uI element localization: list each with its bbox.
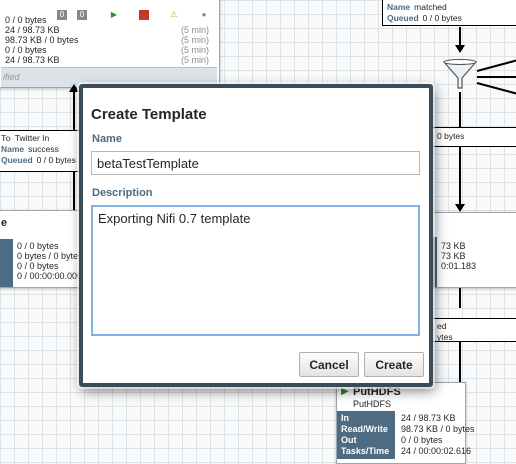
connection-line (459, 92, 461, 127)
stat-labels: In Read/Write Out Tasks/Time (337, 411, 395, 459)
stat-time: (5 min) (180, 25, 209, 35)
to-label: To (1, 133, 11, 143)
label-out: Out (341, 435, 357, 445)
to-value: Twitter In (14, 133, 50, 143)
processor-title: e (1, 217, 8, 229)
stat-value: 98.73 KB / 0 bytes (401, 424, 475, 434)
queued-value: 0 / 0 bytes (36, 155, 76, 165)
processor-top-left[interactable]: 0 0 ▶ ⚠ ● 0 / 0 bytes 24 / 98.73 KB (5 mi… (0, 0, 220, 88)
processor-name: PutHDFS (353, 386, 401, 398)
template-description-textarea[interactable]: Exporting Nifi 0.7 template (91, 205, 420, 336)
name-field-label: Name (92, 133, 122, 145)
connection-line (477, 76, 516, 78)
queued-value: 0 / 0 bytes (422, 13, 462, 23)
stat-value: 98.73 KB / 0 bytes (5, 35, 79, 45)
name-label: Name (1, 144, 25, 154)
create-button[interactable]: Create (364, 352, 424, 377)
processor-left[interactable]: e 0 / 0 bytes 0 bytes / 0 bytes 0 / 0 by… (0, 210, 83, 288)
stat-value: 24 / 98.73 KB (5, 55, 60, 65)
processor-puthdfs[interactable]: ▶ PutHDFS PutHDFS In Read/Write Out Task… (336, 382, 475, 464)
stat-value: 0 / 00:00:00.000 (17, 271, 83, 281)
stat-time: (5 min) (180, 35, 209, 45)
queued-label: Queued (387, 13, 419, 23)
cancel-button[interactable]: Cancel (299, 352, 359, 377)
stat-value: 0 / 0 bytes (17, 261, 59, 271)
queued-label: Queued (1, 155, 33, 165)
dialog-title: Create Template (91, 106, 207, 123)
processor-stats: 0 / 0 bytes 24 / 98.73 KB (5 min) 98.73 K… (5, 15, 217, 65)
description-field-label: Description (92, 187, 153, 199)
stat-value: 73 KB (441, 241, 466, 251)
connection-matched[interactable]: Name matched Queued 0 / 0 bytes (382, 0, 516, 26)
stat-value: 0 / 0 bytes (5, 45, 47, 55)
name-label: Name (387, 2, 411, 12)
connection-line (459, 288, 461, 308)
funnel-icon[interactable] (442, 58, 478, 92)
stat-value: 0 / 0 bytes (17, 241, 59, 251)
stat-value: 73 KB (441, 251, 466, 261)
stat-value: 0 / 0 bytes (401, 435, 443, 445)
processor-stats: 0 / 0 bytes 0 bytes / 0 bytes 0 / 0 byte… (17, 241, 83, 281)
stat-value: 24 / 98.73 KB (401, 413, 456, 423)
connection-twitter-in[interactable]: To Twitter In Name success Queued 0 / 0 byt… (0, 130, 80, 172)
name-value: matched (414, 2, 447, 12)
stat-time: (5 min) (180, 45, 209, 55)
connection-line (476, 58, 516, 72)
processor-stats: 73 KB 73 KB 0:01.183 (441, 241, 516, 271)
stat-value: 0 bytes / 0 bytes (17, 251, 83, 261)
arrow-up-icon (69, 84, 79, 92)
connection-line (459, 147, 461, 207)
footer-text: ified (3, 72, 20, 82)
stat-value: 24 / 98.73 KB (5, 25, 60, 35)
create-template-dialog: Create Template Name Description Exporti… (79, 84, 433, 387)
processor-right[interactable]: 73 KB 73 KB 0:01.183 (430, 212, 516, 288)
ed-fragment: ed (437, 321, 447, 331)
queued-value: 0 bytes (437, 131, 465, 141)
ytes-fragment: ytes (437, 332, 453, 342)
connection-right-fragment-2[interactable]: ed ytes (430, 318, 516, 342)
processor-stats: 24 / 98.73 KB 98.73 KB / 0 bytes 0 / 0 b… (401, 413, 475, 457)
name-value: success (28, 144, 59, 154)
processor-type: PutHDFS (353, 399, 392, 409)
stat-labels (0, 239, 13, 287)
stat-value: 0 / 0 bytes (5, 15, 47, 25)
template-name-input[interactable] (91, 151, 420, 175)
stat-value: 24 / 00:00:02.616 (401, 446, 472, 456)
connection-line (476, 82, 516, 96)
run-status-icon: ▶ (341, 386, 349, 397)
arrow-down-icon (455, 45, 465, 53)
label-tasks-time: Tasks/Time (341, 446, 390, 456)
arrow-down-icon (455, 204, 465, 212)
connection-right-fragment[interactable]: 0 bytes (430, 127, 516, 147)
stat-value: 0:01.183 (441, 261, 477, 271)
label-in: In (341, 413, 349, 423)
stat-time: (5 min) (180, 55, 209, 65)
label-read-write: Read/Write (341, 424, 388, 434)
